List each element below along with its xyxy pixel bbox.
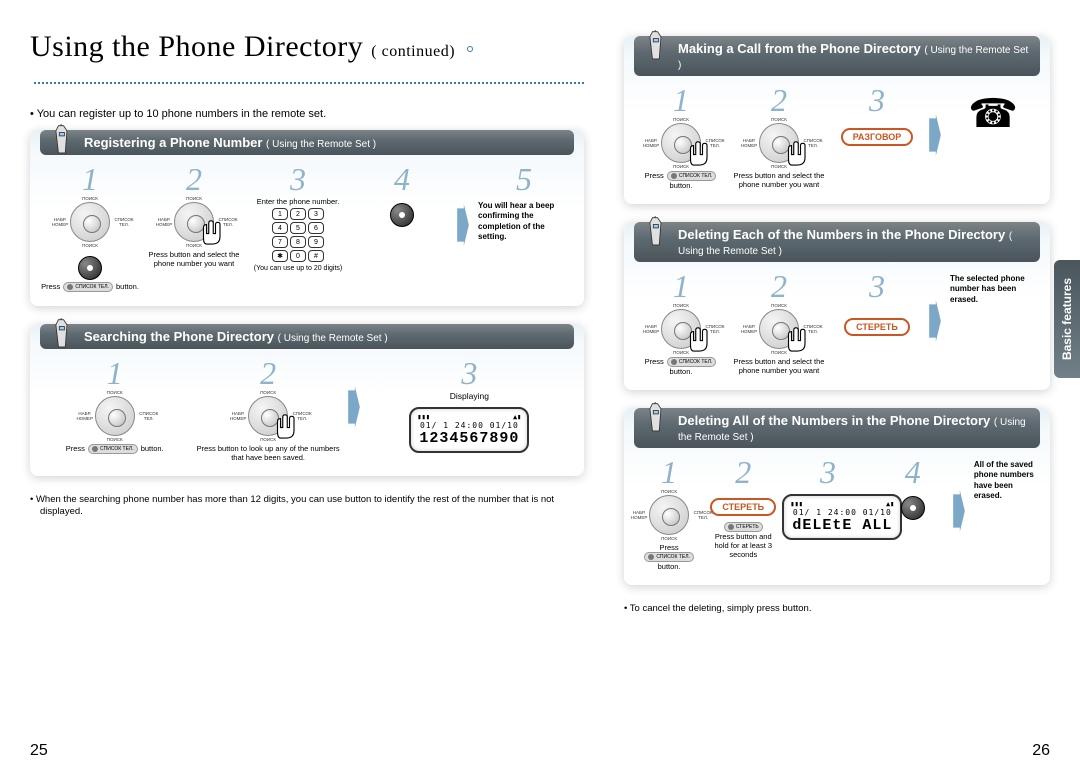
step-4: 4	[878, 456, 948, 522]
left-page: Using the Phone Directory ( continued) Y…	[30, 30, 584, 615]
section-header: Deleting All of the Numbers in the Phone…	[634, 408, 1040, 448]
keypad-icon: 123 456 789 ✱0#	[272, 208, 324, 262]
dpad-with-hand-icon: ПОИСК ПОИСК НАБР. НОМЕР СПИСОК ТЕЛ.	[160, 197, 228, 247]
section-header: Searching the Phone Directory ( Using th…	[40, 324, 574, 349]
dpad-with-hand-icon: ПОИСК ПОИСК НАБР. НОМЕР СПИСОК ТЕЛ.	[234, 391, 302, 441]
step-5: 5 You will hear a beep confirming the co…	[474, 163, 574, 247]
round-button-icon	[78, 256, 102, 280]
person-calling-icon: ☎	[963, 84, 1023, 144]
cordless-phone-icon	[640, 216, 670, 250]
step-3: 3 СТЕРЕТЬ	[830, 270, 924, 356]
arrow-right-icon	[952, 486, 966, 541]
dpad-icon: ПОИСК ПОИСК НАБР. НОМЕР СПИСОК ТЕЛ.	[81, 391, 149, 441]
step-2: 2 ПОИСК ПОИСК НАБР. НОМЕР СПИСОК ТЕЛ. Pr…	[193, 357, 342, 462]
arrow-right-icon	[928, 296, 942, 351]
result: The selected phone number has been erase…	[946, 270, 1040, 309]
cordless-phone-icon	[46, 124, 76, 158]
page-number-left: 25	[30, 742, 48, 760]
section-header: Making a Call from the Phone Directory (…	[634, 36, 1040, 76]
step-2: 2 ПОИСКПОИСК НАБР. НОМЕРСПИСОК ТЕЛ. Pres…	[732, 270, 826, 375]
step-1: 1 ПОИСК ПОИСК НАБР. НОМЕР СПИСОК ТЕЛ. Pr…	[40, 163, 140, 292]
section-search: Searching the Phone Directory ( Using th…	[30, 324, 584, 476]
right-page: Making a Call from the Phone Directory (…	[624, 30, 1050, 615]
step-1: 1 ПОИСКПОИСК НАБР. НОМЕРСПИСОК ТЕЛ. Pres…	[634, 270, 728, 376]
arrow-right-icon	[347, 382, 361, 437]
bullet-icon	[467, 46, 473, 52]
step-3: 3 РАЗГОВОР	[830, 84, 924, 162]
round-button-icon	[390, 203, 414, 227]
section-header: Registering a Phone Number ( Using the R…	[40, 130, 574, 155]
step-2: 2 СТЕРЕТЬ СТЕРЕТЬ Press button and hold …	[708, 456, 778, 559]
dpad-with-hand-icon: ПОИСКПОИСК НАБР. НОМЕРСПИСОК ТЕЛ.	[745, 304, 813, 354]
arrow-right-icon	[928, 110, 942, 165]
step-3: 3 ▮▮▮▲▮ 01/ 1 24:00 01/10 dELEtE ALL	[782, 456, 873, 544]
step-1: 1 ПОИСК ПОИСК НАБР. НОМЕР СПИСОК ТЕЛ. Pr…	[40, 357, 189, 454]
page-title: Using the Phone Directory ( continued)	[30, 30, 584, 98]
page-number-right: 26	[1032, 742, 1050, 760]
list-button-icon: СПИСОК ТЕЛ.	[63, 282, 113, 292]
cordless-phone-icon	[46, 318, 76, 352]
section-register: Registering a Phone Number ( Using the R…	[30, 130, 584, 306]
step-3: 3 Enter the phone number. 123 456 789 ✱0…	[248, 163, 348, 272]
round-button-icon	[901, 496, 925, 520]
talk-button-icon: РАЗГОВОР	[841, 128, 914, 146]
dpad-icon: ПОИСКПОИСК НАБР. НОМЕРСПИСОК ТЕЛ.	[647, 304, 715, 354]
delete-small-button-icon: СТЕРЕТЬ	[724, 522, 763, 532]
step-4: 4	[352, 163, 452, 229]
delete-button-icon: СТЕРЕТЬ	[844, 318, 910, 336]
result: All of the saved phone numbers have been…	[970, 456, 1040, 506]
lcd-display-icon: ▮▮▮▲▮ 01/ 1 24:00 01/10 1234567890	[409, 407, 529, 453]
intro-note: You can register up to 10 phone numbers …	[30, 108, 584, 120]
section-call: Making a Call from the Phone Directory (…	[624, 36, 1050, 204]
dpad-icon: ПОИСК ПОИСК НАБР. НОМЕР СПИСОК ТЕЛ.	[56, 197, 124, 247]
dpad-icon: ПОИСКПОИСК НАБР. НОМЕРСПИСОК ТЕЛ.	[635, 490, 703, 540]
divider-icon	[34, 82, 584, 84]
step-1: 1 ПОИСКПОИСК НАБР. НОМЕРСПИСОК ТЕЛ. Pres…	[634, 84, 728, 190]
step-1: 1 ПОИСКПОИСК НАБР. НОМЕРСПИСОК ТЕЛ. Pres…	[634, 456, 704, 571]
dpad-with-hand-icon: ПОИСКПОИСК НАБР. НОМЕРСПИСОК ТЕЛ.	[745, 118, 813, 168]
cordless-phone-icon	[640, 402, 670, 436]
step-3: 3 Displaying ▮▮▮▲▮ 01/ 1 24:00 01/10 123…	[365, 357, 574, 457]
list-button-icon: СПИСОК ТЕЛ.	[667, 171, 717, 181]
search-footnote: When the searching phone number has more…	[30, 494, 584, 519]
list-button-icon: СПИСОК ТЕЛ.	[88, 444, 138, 454]
delete-button-icon: СТЕРЕТЬ	[710, 498, 776, 516]
list-button-icon: СПИСОК ТЕЛ.	[644, 552, 694, 562]
section-delete-all: Deleting All of the Numbers in the Phone…	[624, 408, 1050, 585]
cordless-phone-icon	[640, 30, 670, 64]
delete-all-footnote: To cancel the deleting, simply press but…	[624, 603, 1050, 615]
side-tab: Basic features	[1054, 260, 1080, 378]
list-button-icon: СПИСОК ТЕЛ.	[667, 357, 717, 367]
step-2: 2 ПОИСК ПОИСК НАБР. НОМЕР СПИСОК ТЕЛ. Pr…	[144, 163, 244, 268]
section-header: Deleting Each of the Numbers in the Phon…	[634, 222, 1040, 262]
result-cartoon: ☎	[946, 84, 1040, 144]
dpad-icon: ПОИСКПОИСК НАБР. НОМЕРСПИСОК ТЕЛ.	[647, 118, 715, 168]
section-delete-each: Deleting Each of the Numbers in the Phon…	[624, 222, 1050, 390]
arrow-right-icon	[456, 200, 470, 255]
step-2: 2 ПОИСКПОИСК НАБР. НОМЕРСПИСОК ТЕЛ. Pres…	[732, 84, 826, 189]
